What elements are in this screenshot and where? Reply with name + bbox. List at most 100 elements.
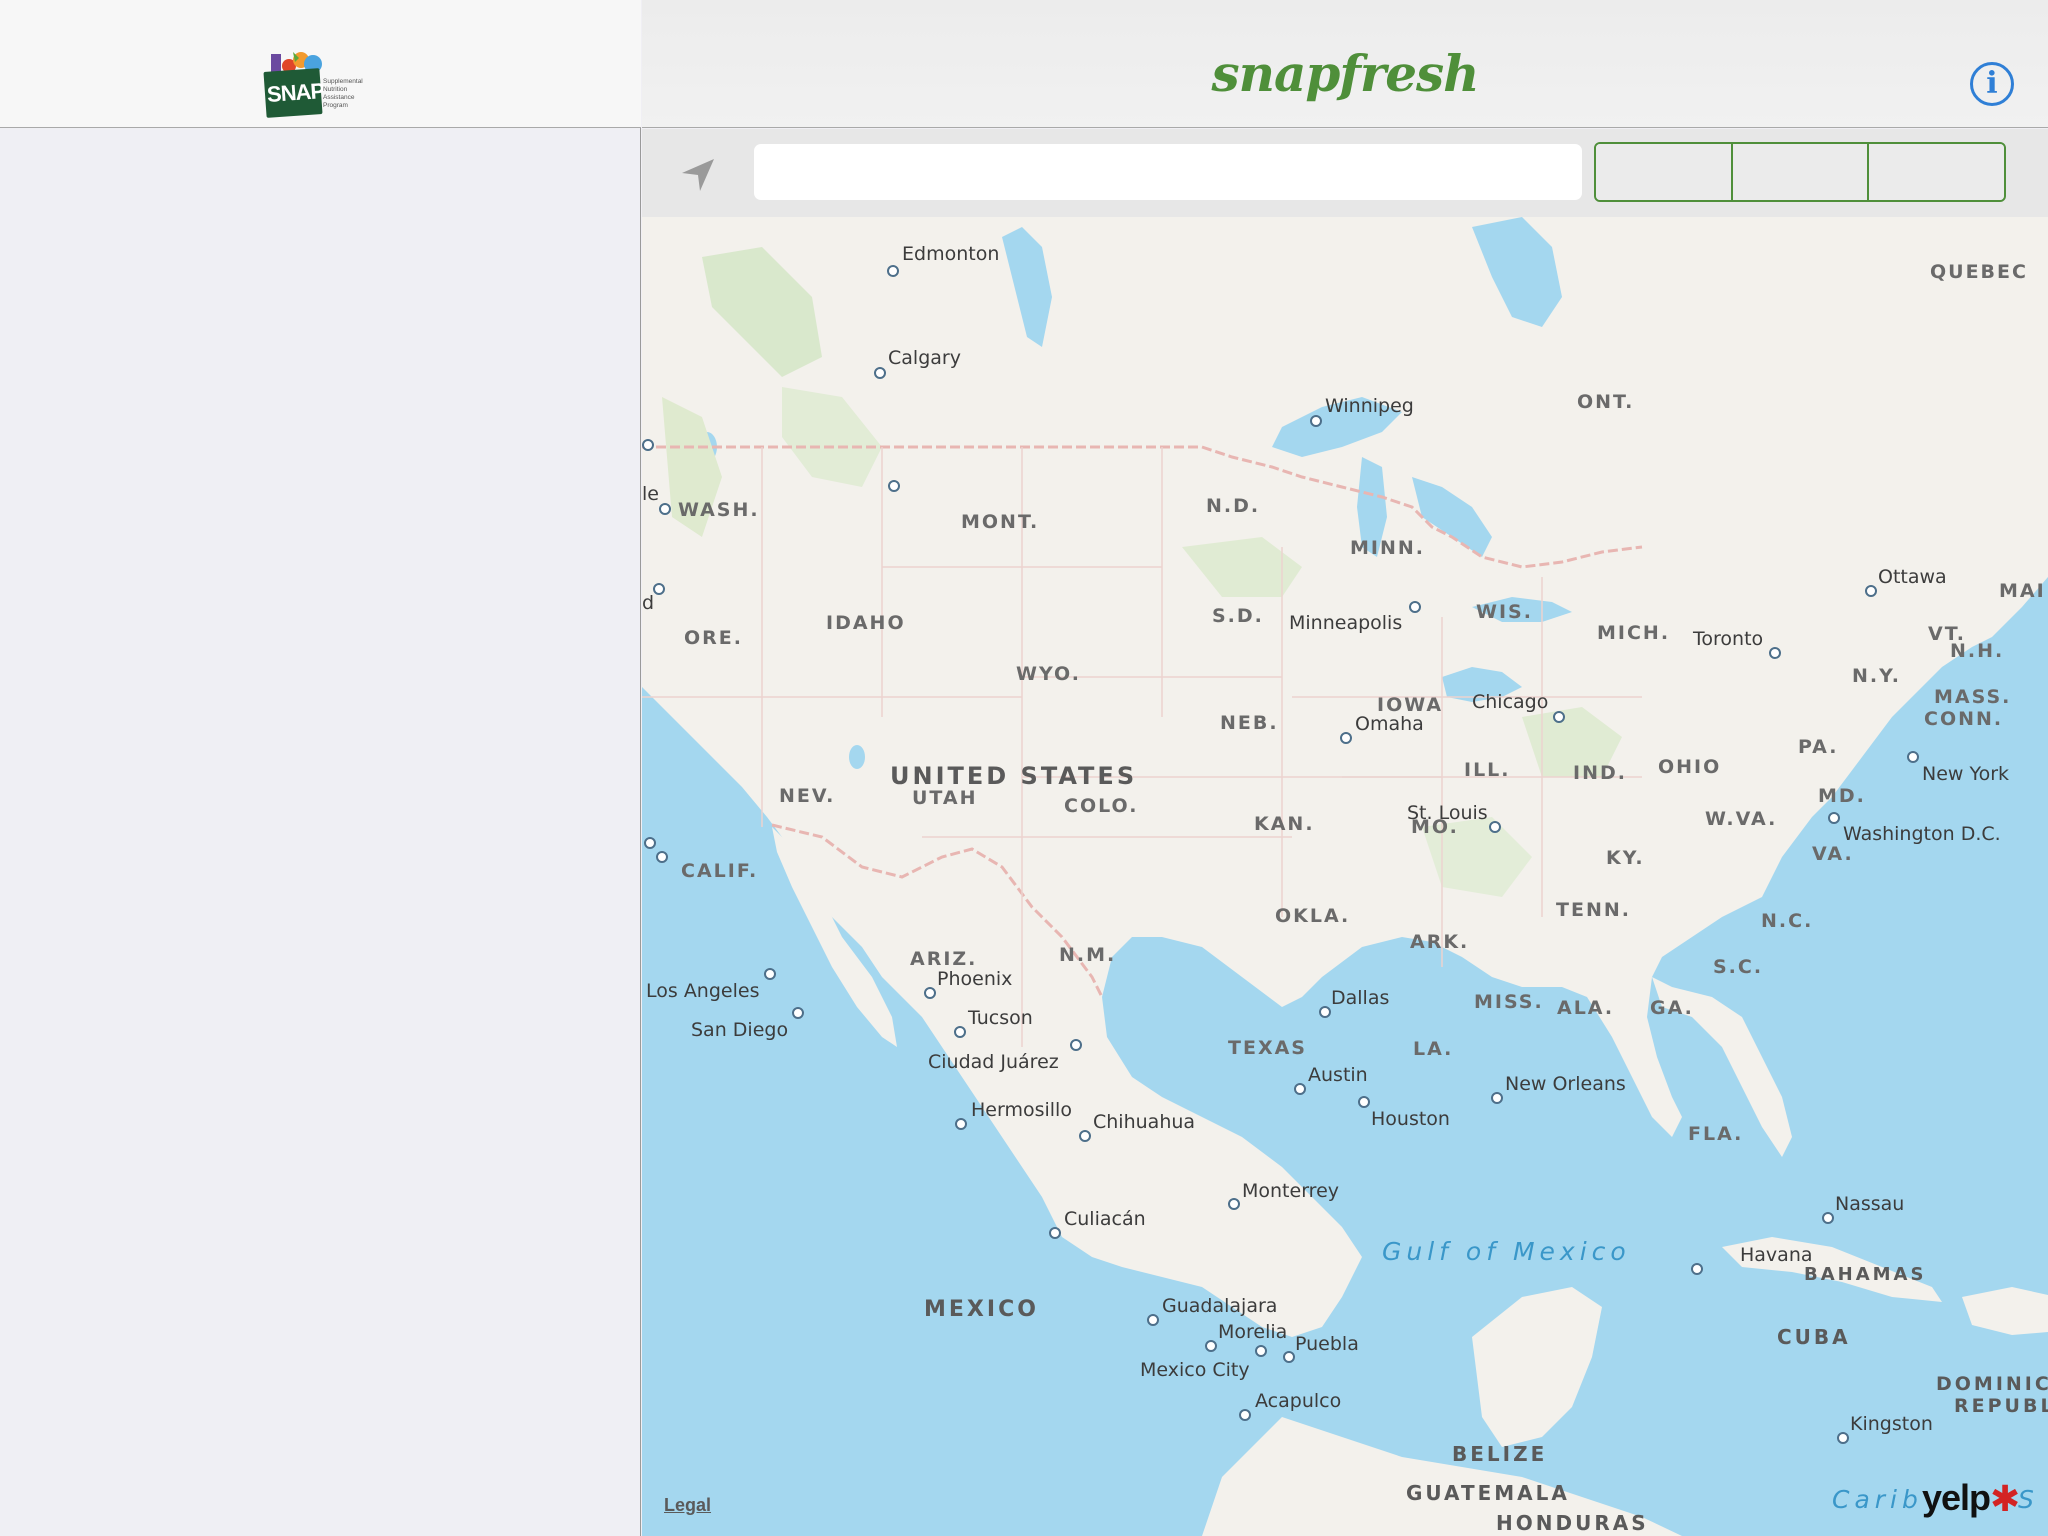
state-label: W.VA. [1705,808,1778,830]
city-marker[interactable] [1147,1314,1159,1326]
city-marker[interactable] [1822,1212,1834,1224]
city-marker[interactable] [1865,585,1877,597]
city-label: Mexico City [1140,1359,1250,1381]
state-label: NEB. [1220,712,1279,734]
city-label: Nassau [1835,1193,1905,1215]
current-location-button[interactable] [678,155,718,195]
city-marker[interactable] [1070,1039,1082,1051]
city-marker[interactable] [764,968,776,980]
sidebar: SNAP Supplemental Nutrition Assistance P… [0,0,641,1536]
city-marker[interactable] [644,837,656,849]
city-label: Calgary [888,347,961,369]
segment-1[interactable] [1596,144,1733,200]
city-label: Guadalajara [1162,1295,1278,1317]
city-label: Puebla [1295,1333,1359,1355]
city-marker[interactable] [642,439,654,451]
state-label: ONT. [1577,391,1635,413]
city-marker[interactable] [1491,1092,1503,1104]
city-label: Tucson [968,1007,1033,1029]
city-marker[interactable] [1553,711,1565,723]
city-marker[interactable] [1319,1006,1331,1018]
city-marker[interactable] [1255,1345,1267,1357]
city-marker[interactable] [1489,821,1501,833]
city-label: San Diego [691,1019,789,1041]
state-label: KAN. [1254,813,1315,835]
city-marker[interactable] [792,1007,804,1019]
city-marker[interactable] [656,851,668,863]
city-marker[interactable] [1828,812,1840,824]
country-label: GUATEMALA [1406,1481,1570,1505]
city-marker[interactable] [1239,1409,1251,1421]
city-marker[interactable] [1310,415,1322,427]
state-label: S.C. [1713,956,1764,978]
country-label: HONDURAS [1496,1511,1649,1535]
city-label: Chicago [1472,691,1549,713]
info-button[interactable]: i [1970,62,2014,106]
state-label: ARIZ. [910,948,978,970]
city-label: Acapulco [1255,1390,1342,1412]
city-label: Hermosillo [971,1099,1072,1121]
city-marker[interactable] [1049,1227,1061,1239]
water-label: Carib [1832,1485,1923,1514]
city-marker[interactable] [887,265,899,277]
country-label: BAHAMAS [1804,1264,1927,1285]
state-label: IDAHO [826,612,906,634]
state-label: MISS. [1474,991,1544,1013]
city-marker[interactable] [1294,1083,1306,1095]
city-marker[interactable] [1283,1351,1295,1363]
filter-segmented-control [1594,142,2006,202]
legal-link[interactable]: Legal [664,1495,711,1516]
city-marker[interactable] [1907,751,1919,763]
city-marker[interactable] [1228,1198,1240,1210]
sidebar-header: SNAP Supplemental Nutrition Assistance P… [0,0,641,128]
city-label: Minneapolis [1289,612,1403,634]
city-marker[interactable] [1837,1432,1849,1444]
segment-2[interactable] [1732,144,1870,200]
city-label: Ottawa [1878,566,1947,588]
city-marker[interactable] [874,367,886,379]
state-label: MICH. [1597,622,1671,644]
city-marker[interactable] [924,987,936,999]
state-label: ILL. [1464,759,1511,781]
map-view[interactable]: UNITED STATES MEXICO CUBA BAHAMAS BELIZE… [642,217,2048,1536]
city-marker[interactable] [1769,647,1781,659]
city-marker[interactable] [659,503,671,515]
city-label: Houston [1371,1108,1450,1130]
city-marker[interactable] [888,480,900,492]
city-marker[interactable] [1205,1340,1217,1352]
state-label: PA. [1798,736,1839,758]
city-marker[interactable] [1409,601,1421,613]
city-marker[interactable] [954,1026,966,1038]
city-label: Toronto [1693,628,1764,650]
state-label: N.C. [1761,910,1814,932]
state-label: ARK. [1410,931,1470,953]
city-label: le [642,483,659,505]
country-label: MEXICO [924,1297,1039,1322]
country-label: UNITED STATES [890,762,1138,790]
segment-3[interactable] [1869,144,2004,200]
yelp-wordmark: yelp [1922,1477,1991,1518]
state-label: MINN. [1350,537,1425,559]
snap-logo: SNAP Supplemental Nutrition Assistance P… [263,50,377,118]
city-marker[interactable] [1079,1130,1091,1142]
state-label: IND. [1573,762,1627,784]
city-marker[interactable] [1691,1263,1703,1275]
city-marker[interactable] [1340,732,1352,744]
city-label: Dallas [1331,987,1390,1009]
yelp-attribution[interactable]: yelp ✱ [1922,1477,2020,1519]
state-label: MONT. [961,511,1040,533]
city-label: Washington D.C. [1843,823,2001,845]
state-label: ORE. [684,627,743,649]
city-marker[interactable] [653,583,665,595]
city-label: Chihuahua [1093,1111,1196,1133]
state-label: WIS. [1476,601,1533,623]
state-label: OHIO [1658,756,1722,778]
state-label: ALA. [1557,997,1615,1019]
city-marker[interactable] [955,1118,967,1130]
search-input[interactable] [754,144,1582,200]
city-marker[interactable] [1358,1096,1370,1108]
city-label: Ciudad Juárez [928,1051,1059,1073]
state-label: WYO. [1016,663,1081,685]
state-label: MAI [1999,580,2046,602]
state-label: TENN. [1556,899,1631,921]
